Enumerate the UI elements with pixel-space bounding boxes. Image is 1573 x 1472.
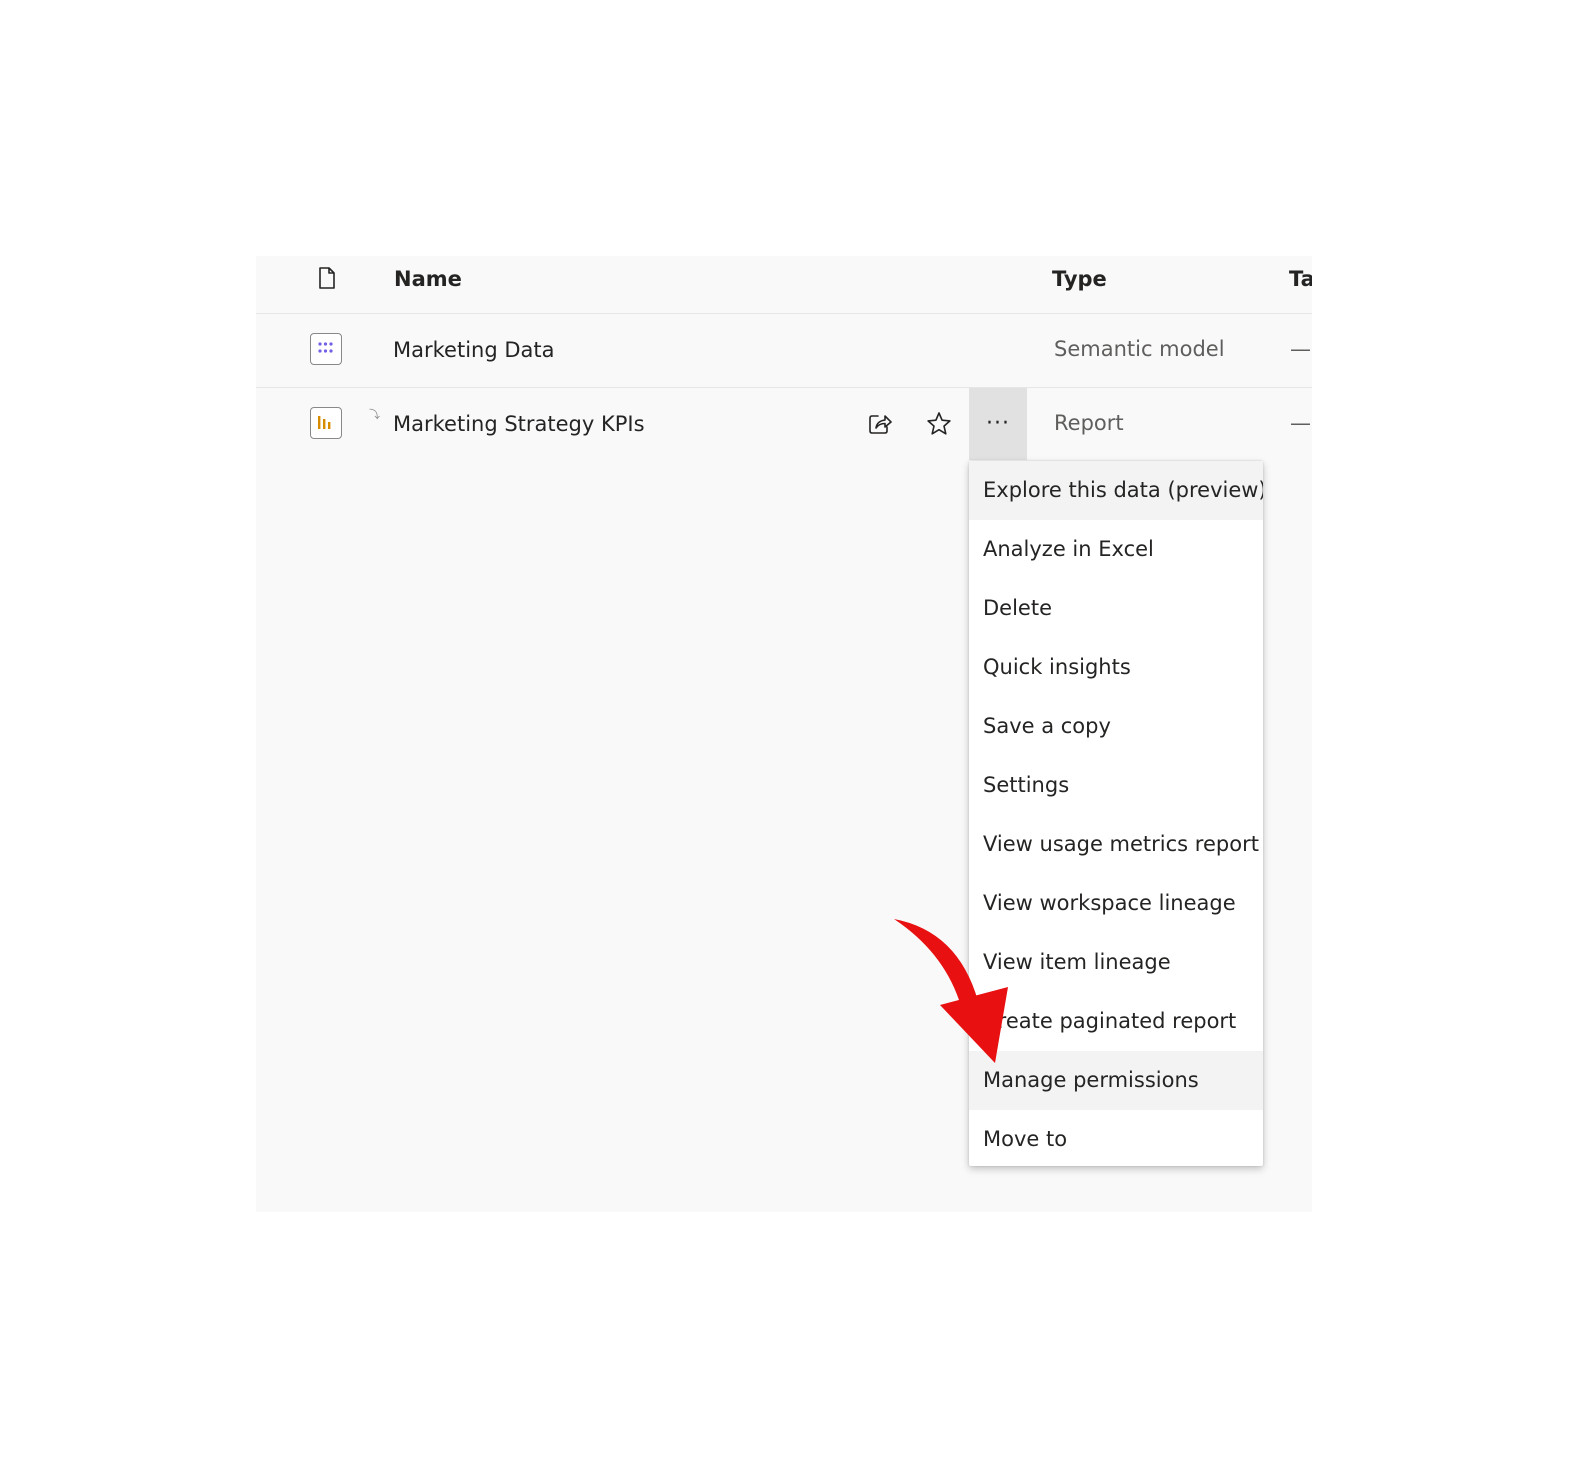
semantic-model-icon: [310, 333, 342, 365]
more-options-button[interactable]: ···: [969, 388, 1027, 460]
item-name-link[interactable]: Marketing Strategy KPIs: [393, 409, 645, 439]
red-arrow-annotation-icon: [894, 919, 1008, 1063]
menu-item-settings[interactable]: Settings: [969, 756, 1263, 815]
share-icon[interactable]: [866, 410, 894, 438]
list-header: Name Type Ta: [256, 256, 1312, 314]
menu-item-delete[interactable]: Delete: [969, 579, 1263, 638]
item-tags: —: [1290, 411, 1311, 435]
menu-item-view-usage-metrics[interactable]: View usage metrics report: [969, 815, 1263, 874]
report-icon: [310, 407, 342, 439]
menu-item-explore-data[interactable]: Explore this data (preview): [969, 461, 1263, 520]
document-icon: [319, 267, 335, 289]
table-row[interactable]: Marketing Data Semantic model —: [256, 314, 1312, 388]
menu-item-analyze-in-excel[interactable]: Analyze in Excel: [969, 520, 1263, 579]
column-header-type[interactable]: Type: [1052, 264, 1107, 294]
menu-item-save-a-copy[interactable]: Save a copy: [969, 697, 1263, 756]
menu-item-move-to[interactable]: Move to: [969, 1110, 1263, 1169]
table-row[interactable]: ⤵ Marketing Strategy KPIs ··· Report —: [256, 388, 1312, 461]
menu-item-quick-insights[interactable]: Quick insights: [969, 638, 1263, 697]
column-header-name[interactable]: Name: [394, 264, 462, 294]
item-name-link[interactable]: Marketing Data: [393, 335, 554, 365]
item-type: Semantic model: [1054, 337, 1225, 361]
star-icon[interactable]: [925, 410, 953, 438]
item-tags: —: [1290, 337, 1311, 361]
item-type: Report: [1054, 411, 1124, 435]
refresh-indicator-icon: ⤵: [369, 408, 380, 421]
column-header-tags[interactable]: Ta: [1289, 264, 1312, 294]
